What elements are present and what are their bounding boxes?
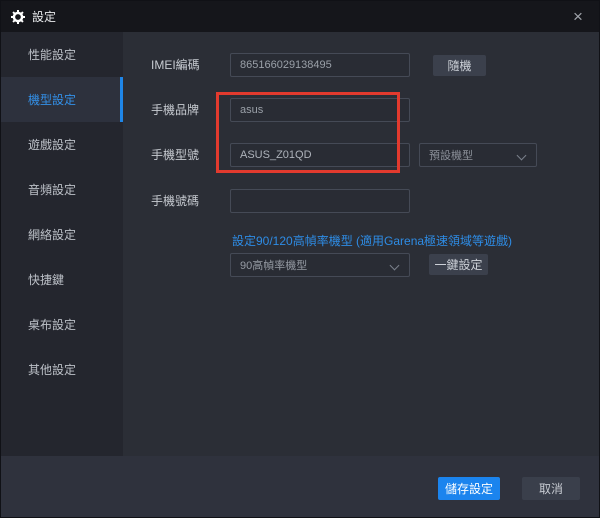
fps-model-dropdown[interactable]: 90高幀率機型: [230, 253, 410, 277]
sidebar: 性能設定 機型設定 遊戲設定 音頻設定 網絡設定 快捷鍵 桌布設定 其他設定: [1, 32, 123, 456]
footer-bar: 儲存設定 取消: [1, 456, 599, 517]
sidebar-item-label: 桌布設定: [28, 318, 77, 332]
chevron-down-icon: [516, 150, 527, 161]
sidebar-item-label: 性能設定: [28, 48, 77, 62]
imei-input[interactable]: [230, 53, 410, 77]
sidebar-item-label: 網絡設定: [28, 228, 77, 242]
sidebar-item-label: 機型設定: [28, 93, 77, 107]
phone-number-input[interactable]: [230, 189, 410, 213]
settings-window: 設定 × 性能設定 機型設定 遊戲設定 音頻設定 網絡設定 快捷鍵 桌布設定 其…: [0, 0, 600, 518]
one-click-apply-button[interactable]: 一鍵設定: [429, 254, 488, 275]
brand-label: 手機品牌: [151, 103, 200, 117]
sidebar-item-hotkeys[interactable]: 快捷鍵: [1, 257, 123, 302]
high-fps-link[interactable]: 設定90/120高幀率機型 (適用Garena極速領域等遊戲): [232, 232, 512, 249]
gear-icon: [11, 9, 25, 24]
model-input[interactable]: [230, 143, 410, 167]
sidebar-item-label: 遊戲設定: [28, 138, 77, 152]
window-title: 設定: [32, 10, 57, 24]
title-bar: 設定 ×: [1, 1, 599, 32]
brand-input[interactable]: [230, 98, 410, 122]
sidebar-item-network[interactable]: 網絡設定: [1, 212, 123, 257]
sidebar-item-device-model[interactable]: 機型設定: [1, 77, 123, 122]
sidebar-item-label: 快捷鍵: [28, 273, 65, 287]
close-icon[interactable]: ×: [563, 1, 593, 32]
imei-label: IMEI編碼: [151, 58, 200, 72]
sidebar-item-label: 音頻設定: [28, 183, 77, 197]
sidebar-item-performance[interactable]: 性能設定: [1, 32, 123, 77]
fps-model-value: 90高幀率機型: [240, 260, 308, 272]
model-label: 手機型號: [151, 148, 200, 162]
imei-random-button[interactable]: 隨機: [433, 55, 486, 76]
sidebar-item-game[interactable]: 遊戲設定: [1, 122, 123, 167]
chevron-down-icon: [389, 260, 400, 271]
preset-model-value: 預設機型: [429, 150, 473, 162]
preset-model-dropdown[interactable]: 預設機型: [419, 143, 537, 167]
sidebar-item-audio[interactable]: 音頻設定: [1, 167, 123, 212]
sidebar-item-wallpaper[interactable]: 桌布設定: [1, 302, 123, 347]
sidebar-item-other[interactable]: 其他設定: [1, 347, 123, 392]
phone-number-label: 手機號碼: [151, 194, 200, 208]
cancel-button[interactable]: 取消: [522, 477, 580, 500]
sidebar-item-label: 其他設定: [28, 363, 77, 377]
save-settings-button[interactable]: 儲存設定: [438, 477, 500, 500]
